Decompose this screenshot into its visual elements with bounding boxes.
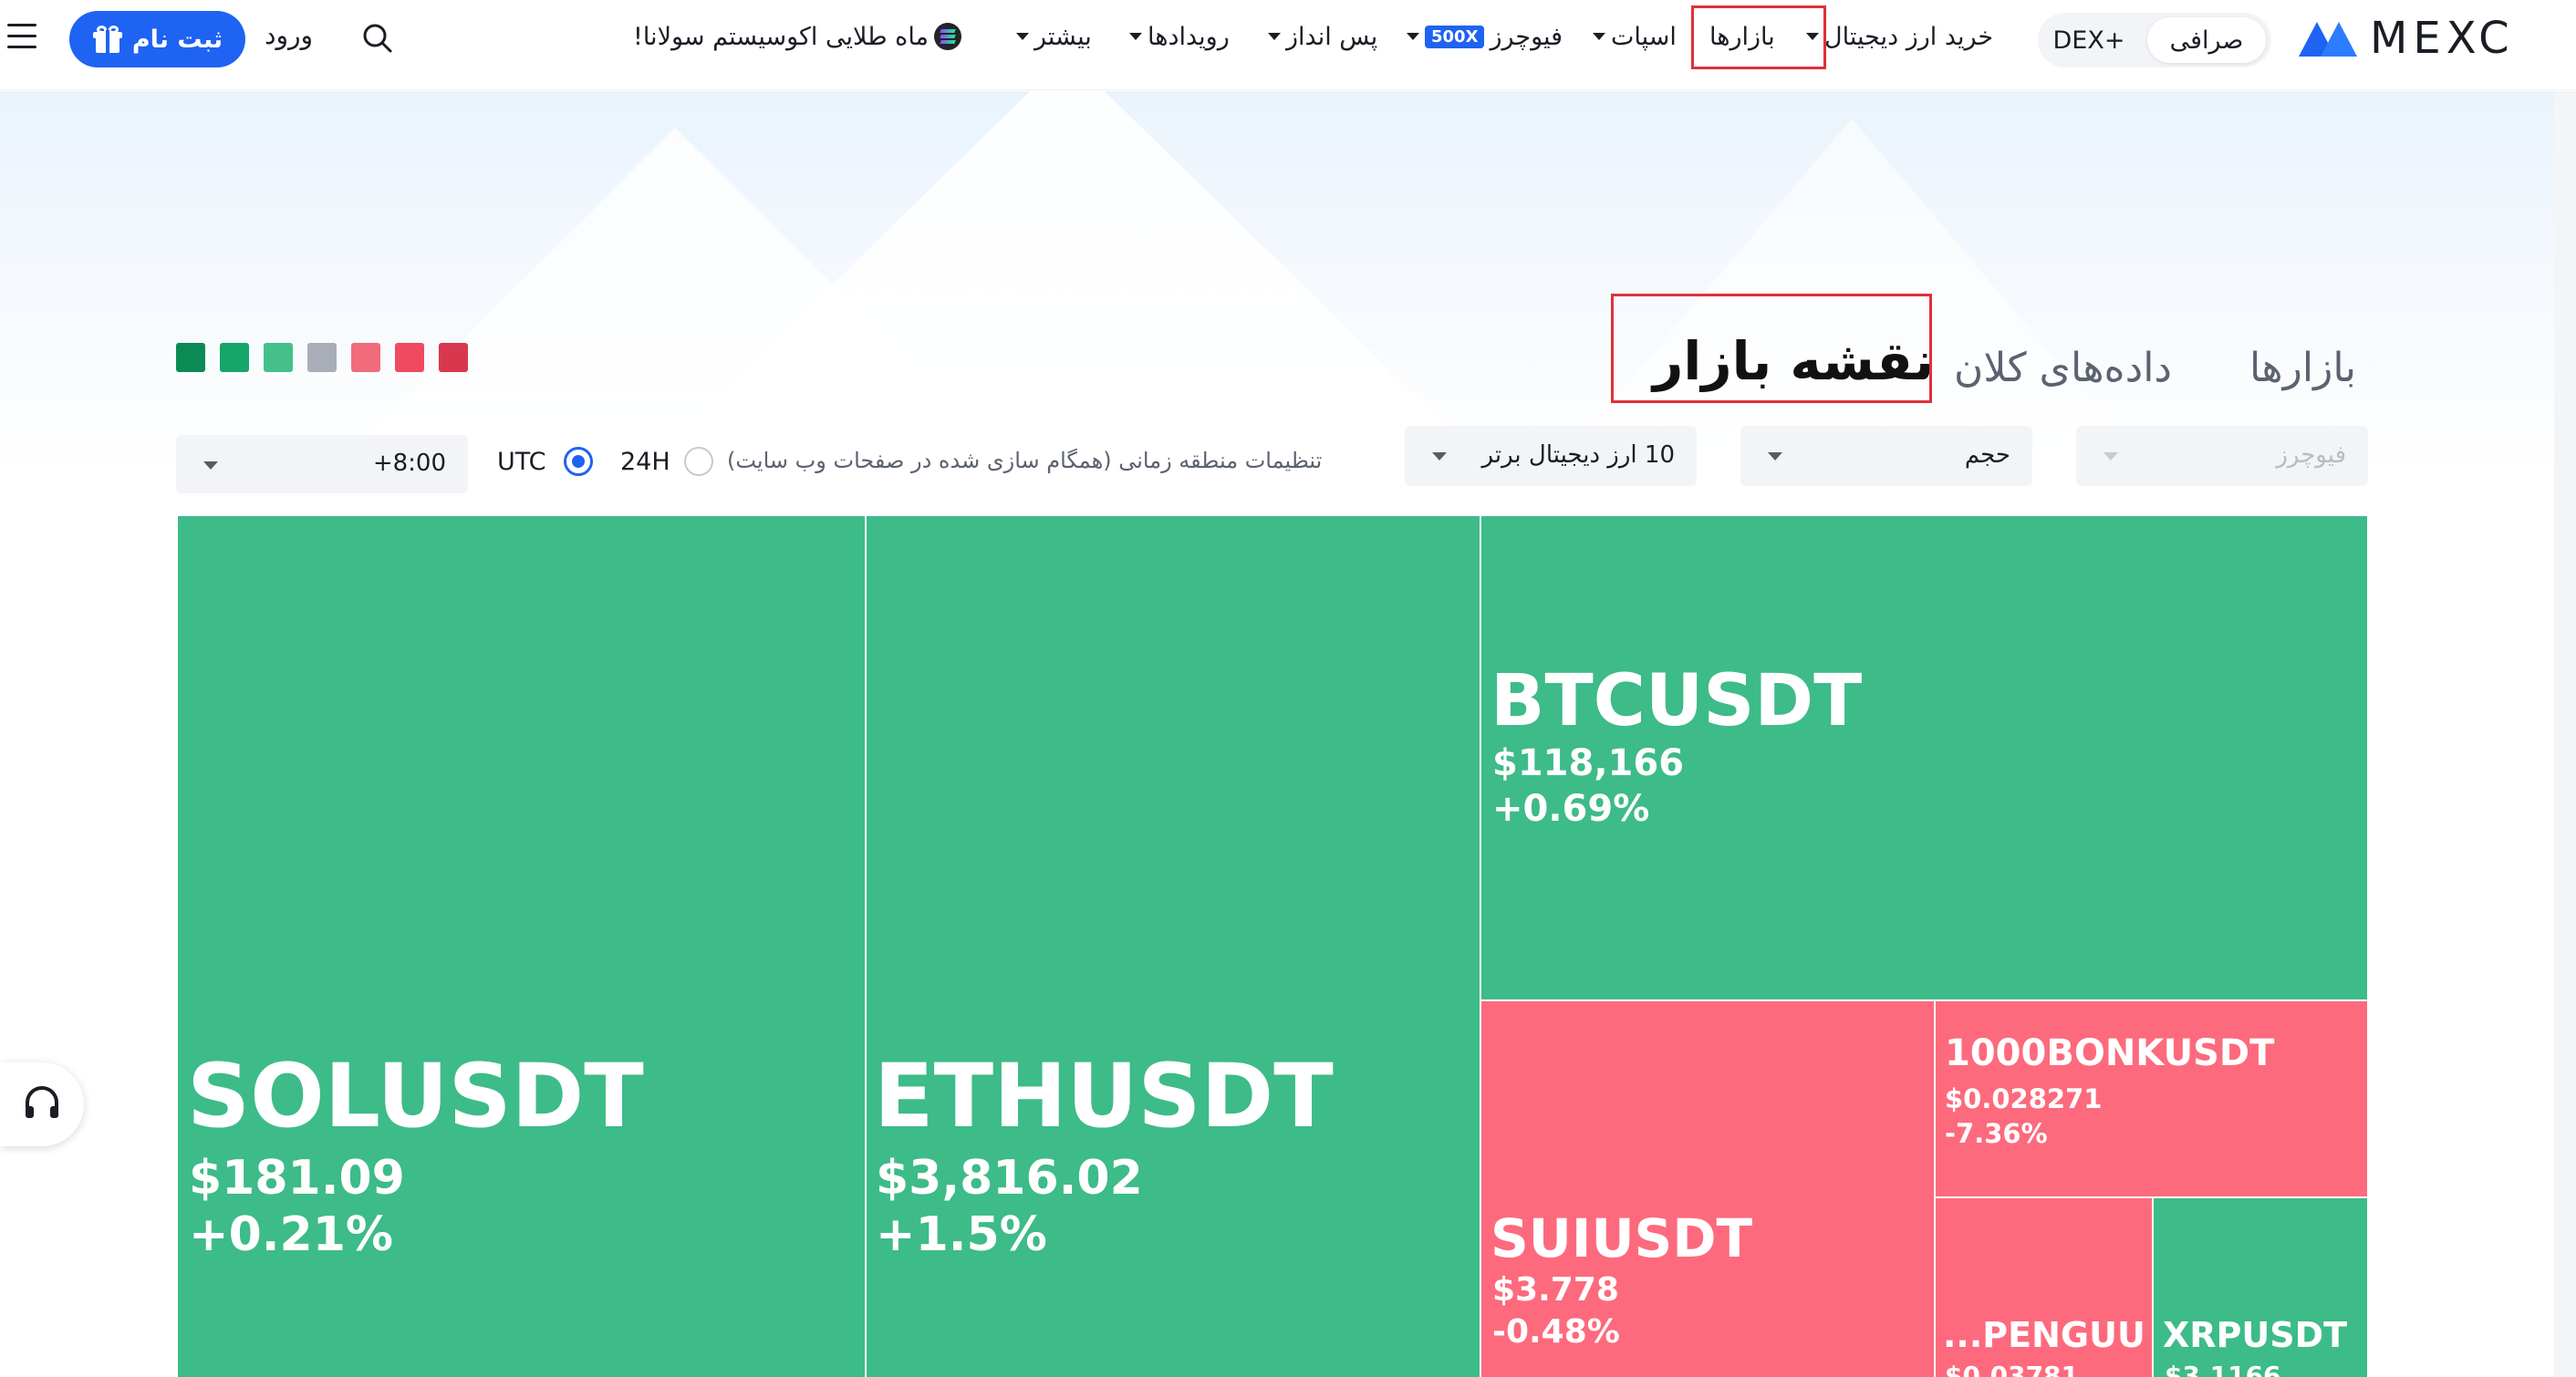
cex-toggle-option[interactable]: صرافی <box>2147 17 2266 63</box>
sort-value: حجم <box>1964 441 2010 469</box>
change-color-legend <box>176 343 468 372</box>
nav-item-spot[interactable]: اسپات <box>1593 0 1677 73</box>
page-scrollbar[interactable] <box>2554 91 2576 1377</box>
nav-item-label: فیوچرز <box>1490 22 1563 51</box>
leverage-badge: 500X <box>1425 25 1485 48</box>
heatmap-tile-suiusdt[interactable]: SUIUSDT $3.778 -0.48% <box>1481 1001 1934 1377</box>
legend-swatch <box>264 343 293 372</box>
chevron-down-icon <box>1593 33 1605 40</box>
search-icon[interactable] <box>359 20 396 57</box>
timezone-setting-label: تنظیمات منطقه زمانی (همگام سازی شده در ص… <box>727 448 1323 473</box>
scope-dropdown[interactable]: 10 ارز دیجیتال برتر <box>1405 426 1697 486</box>
sort-dropdown[interactable]: حجم <box>1740 426 2032 486</box>
dex-toggle-option[interactable]: DEX+ <box>2043 17 2135 63</box>
utc-offset-value: +8:00 <box>372 450 446 477</box>
heatmap-tile-solusdt[interactable]: SOLUSDT $181.09 +0.21% <box>178 516 865 1377</box>
tile-change: +0.69% <box>1492 788 1650 830</box>
login-link[interactable]: ورود <box>265 20 313 50</box>
nav-item-label: رویدادها <box>1148 22 1230 51</box>
top-navbar: ثبت نام ورود ماه طلایی اکوسیستم سولانا! … <box>0 0 2576 90</box>
tile-symbol: SUIUSDT <box>1491 1207 1753 1269</box>
heatmap-tile-btcusdt[interactable]: BTCUSDT $118,166 +0.69% <box>1481 516 2367 999</box>
register-button[interactable]: ثبت نام <box>69 11 245 67</box>
tile-change: +0.21% <box>189 1207 393 1262</box>
chevron-down-icon <box>1016 33 1029 40</box>
tile-price: $118,166 <box>1492 742 1685 784</box>
tab-market-map[interactable]: نقشه بازار <box>1653 330 1934 392</box>
nav-item-label: پس انداز <box>1286 22 1378 51</box>
chevron-down-icon <box>1268 33 1281 40</box>
nav-item-markets[interactable]: بازارها <box>1709 0 1775 73</box>
legend-swatch <box>351 343 380 372</box>
utc-offset-dropdown[interactable]: +8:00 <box>176 435 468 493</box>
radio-24h[interactable] <box>684 447 713 476</box>
menu-icon[interactable] <box>7 24 36 51</box>
promo-link[interactable]: ماه طلایی اکوسیستم سولانا! <box>633 0 962 73</box>
nav-item-label: بیشتر <box>1034 22 1092 51</box>
tile-price: $3.1166 <box>2165 1361 2281 1377</box>
nav-item-savings[interactable]: پس انداز <box>1268 0 1377 73</box>
nav-item-futures[interactable]: فیوچرز 500X <box>1407 0 1563 73</box>
tile-price: $181.09 <box>189 1151 405 1206</box>
legend-swatch <box>439 343 468 372</box>
hero-background <box>0 91 2576 474</box>
legend-swatch <box>307 343 337 372</box>
nav-item-events[interactable]: رویدادها <box>1129 0 1230 73</box>
mexc-logo[interactable]: MEXC <box>2299 13 2515 64</box>
register-label: ثبت نام <box>131 25 223 54</box>
legend-swatch <box>176 343 205 372</box>
tile-price: $3,816.02 <box>876 1151 1143 1206</box>
nav-item-label: بازارها <box>1709 22 1775 51</box>
market-type-dropdown[interactable]: فیوچرز <box>2076 426 2368 486</box>
tile-symbol: XRPUSDT <box>2163 1315 2348 1355</box>
chevron-down-icon <box>1432 452 1447 461</box>
tile-change: -7.36% <box>1945 1118 2048 1149</box>
mexc-logo-text: MEXC <box>2370 13 2515 64</box>
tile-symbol: ETHUSDT <box>874 1045 1334 1147</box>
chevron-down-icon <box>1806 33 1819 40</box>
heatmap-tile-penguusdt[interactable]: ...PENGUU $0.03781 <box>1936 1198 2152 1377</box>
tile-change: +1.5% <box>876 1207 1047 1262</box>
chevron-down-icon <box>1129 33 1142 40</box>
promo-label: ماه طلایی اکوسیستم سولانا! <box>633 22 930 51</box>
customer-support-button[interactable] <box>0 1062 84 1146</box>
heatmap-tile-xrpusdt[interactable]: XRPUSDT $3.1166 <box>2154 1198 2367 1377</box>
tile-price: $0.028271 <box>1945 1083 2103 1114</box>
scope-value: 10 ارز دیجیتال برتر <box>1481 441 1676 469</box>
tile-symbol: ...PENGUU <box>1943 1315 2145 1355</box>
tile-symbol: 1000BONKUSDT <box>1945 1032 2275 1074</box>
gift-icon <box>92 26 123 53</box>
tile-symbol: SOLUSDT <box>187 1045 644 1147</box>
chevron-down-icon <box>2103 452 2118 461</box>
nav-item-more[interactable]: بیشتر <box>1016 0 1092 73</box>
nav-item-label: خرید ارز دیجیتال <box>1824 22 1994 51</box>
tile-price: $0.03781 <box>1945 1361 2080 1377</box>
heatmap-tile-ethusdt[interactable]: ETHUSDT $3,816.02 +1.5% <box>867 516 1480 1377</box>
label-24h: 24H <box>620 448 670 476</box>
market-heatmap: SOLUSDT $181.09 +0.21% ETHUSDT $3,816.02… <box>178 516 2367 1377</box>
chevron-down-icon <box>1407 33 1419 40</box>
exchange-toggle: DEX+ صرافی <box>2038 13 2271 67</box>
nav-item-label: اسپات <box>1611 22 1677 51</box>
mexc-logo-mark <box>2299 20 2359 57</box>
chevron-down-icon <box>203 461 218 470</box>
label-utc: UTC <box>497 448 546 476</box>
tab-markets[interactable]: بازارها <box>2249 345 2356 391</box>
headset-icon <box>26 1086 58 1118</box>
radio-utc[interactable] <box>564 447 593 476</box>
tile-change: -0.48% <box>1492 1313 1620 1351</box>
legend-swatch <box>220 343 249 372</box>
heatmap-tile-1000bonkusdt[interactable]: 1000BONKUSDT $0.028271 -7.36% <box>1936 1001 2367 1196</box>
chevron-down-icon <box>1768 452 1782 461</box>
nav-item-buy-crypto[interactable]: خرید ارز دیجیتال <box>1806 0 1993 73</box>
solana-icon <box>934 23 962 50</box>
market-type-value: فیوچرز <box>2276 441 2346 469</box>
tab-macro-data[interactable]: داده‌های کلان <box>1954 345 2172 391</box>
legend-swatch <box>395 343 424 372</box>
tile-symbol: BTCUSDT <box>1491 660 1863 742</box>
tile-price: $3.778 <box>1492 1271 1619 1309</box>
